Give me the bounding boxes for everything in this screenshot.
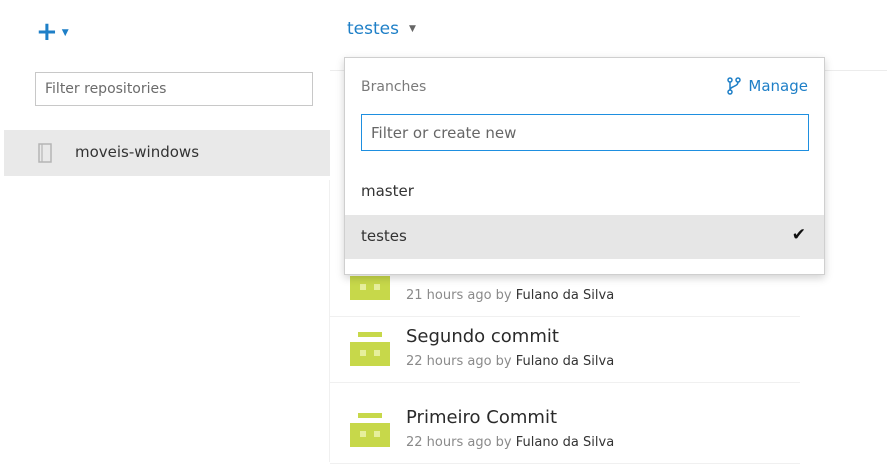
- add-repository-button[interactable]: + ▼: [36, 18, 86, 46]
- repository-name: moveis-windows: [75, 143, 200, 161]
- manage-branches-link[interactable]: Manage: [726, 77, 808, 95]
- chevron-down-icon: ▼: [408, 24, 416, 34]
- chevron-down-icon: ▼: [61, 28, 69, 38]
- commit-author: Fulano da Silva: [515, 354, 615, 369]
- manage-label: Manage: [748, 77, 808, 95]
- branch-dropdown: Branches Manage master testes ✔: [344, 57, 825, 275]
- repository-book-icon: [38, 143, 52, 163]
- commit-time: 22 hours ago: [406, 435, 492, 450]
- repository-panel: + ▼ moveis-windows: [0, 0, 330, 462]
- branch-selector[interactable]: testes ▼: [347, 19, 416, 39]
- branch-item-testes[interactable]: testes ✔: [345, 215, 824, 259]
- branch-name: testes: [361, 227, 407, 245]
- plus-icon: +: [36, 17, 58, 47]
- checkmark-icon: ✔: [791, 225, 806, 245]
- commit-meta: 22 hours ago by Fulano da Silva: [406, 435, 614, 450]
- commit-meta: 22 hours ago by Fulano da Silva: [406, 354, 614, 369]
- filter-repositories-input[interactable]: [35, 72, 313, 106]
- branch-item-master[interactable]: master: [345, 170, 824, 214]
- current-branch-name: testes: [347, 19, 399, 39]
- commit-author: Fulano da Silva: [515, 435, 615, 450]
- commit-by: by: [495, 354, 512, 369]
- commit-author: Fulano da Silva: [515, 288, 615, 303]
- branches-heading: Branches: [361, 79, 427, 95]
- commit-item[interactable]: Segundo commit 22 hours ago by Fulano da…: [330, 316, 800, 383]
- commit-item[interactable]: Primeiro Commit 22 hours ago by Fulano d…: [330, 397, 800, 464]
- branch-name: master: [361, 182, 414, 200]
- repository-item[interactable]: moveis-windows: [4, 130, 330, 176]
- branch-icon: [727, 77, 742, 95]
- commit-time: 21 hours ago: [406, 288, 492, 303]
- commit-meta: 21 hours ago by Fulano da Silva: [406, 288, 614, 303]
- avatar: [350, 411, 390, 451]
- commit-by: by: [495, 435, 512, 450]
- commit-by: by: [495, 288, 512, 303]
- branch-filter-input[interactable]: [361, 114, 809, 151]
- commit-title: Primeiro Commit: [406, 407, 557, 428]
- commit-title: Segundo commit: [406, 326, 559, 347]
- avatar: [350, 330, 390, 370]
- commit-time: 22 hours ago: [406, 354, 492, 369]
